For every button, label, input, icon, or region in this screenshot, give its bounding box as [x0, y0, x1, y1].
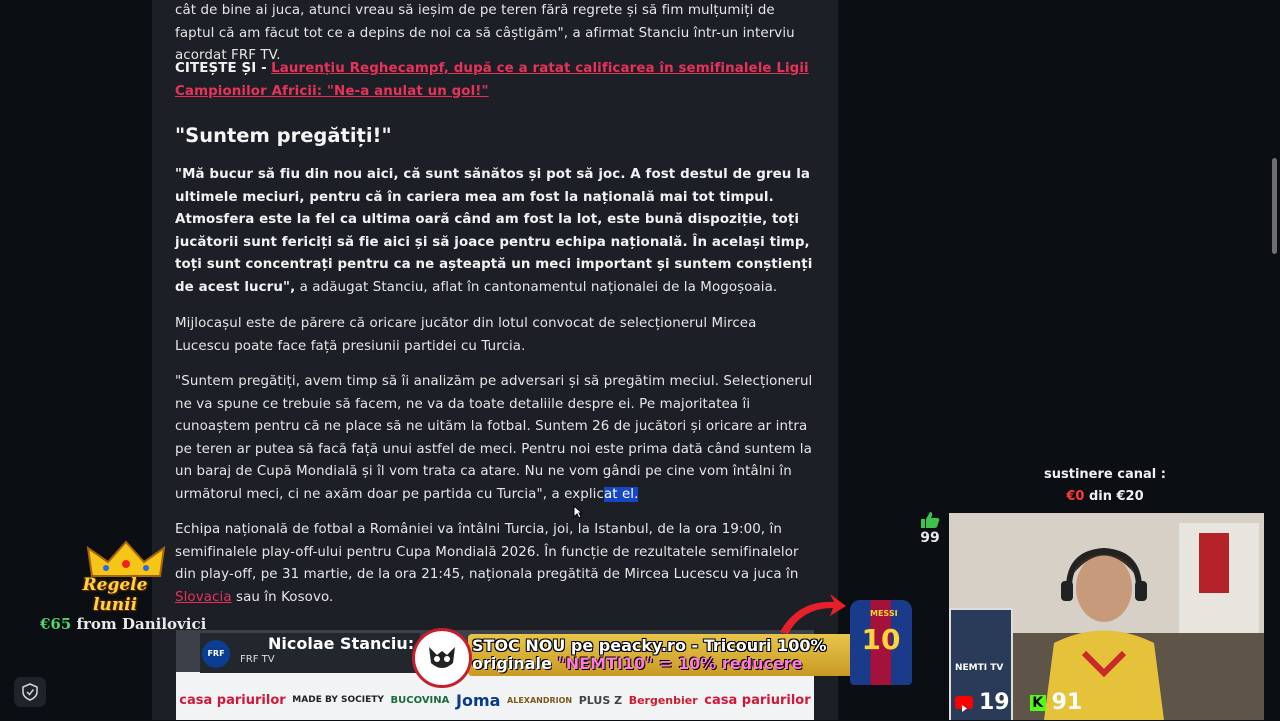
quote-paragraph: "Mă bucur să fiu din nou aici, că sunt s… [175, 164, 815, 299]
crown-icon [86, 540, 166, 577]
match-info-paragraph: Echipa națională de fotbal a României va… [175, 519, 815, 609]
thumbs-up-icon [921, 512, 940, 528]
sponsor-logo: PLUS Z [578, 693, 623, 707]
quote-bold-text: "Mă bucur să fiu din nou aici, că sunt s… [175, 167, 813, 295]
donation-title: Regele lunii [82, 575, 148, 615]
article-column [152, 0, 838, 720]
channel-tag: NEMTI TV [955, 663, 1004, 673]
sponsor-logo: ALEXANDRION [507, 695, 573, 705]
support-current: €0 [1066, 489, 1085, 504]
read-also-block: CITEȘTE ȘI - Laurențiu Reghecampf, după … [175, 58, 815, 103]
sponsor-logo: casa pariurilor [179, 692, 286, 708]
youtube-viewers: 19 [979, 690, 1010, 715]
red-arrow-icon [780, 594, 846, 634]
support-label: sustinere canal : [1044, 467, 1166, 482]
sponsor-logo: Joma [456, 690, 501, 710]
quote-attribution: a adăugat Stanciu, aflat în cantonamentu… [299, 279, 778, 295]
support-widget: sustinere canal : €0 din €20 [1030, 464, 1180, 508]
shield-check-icon [22, 683, 38, 701]
match-info-end: sau în Kosovo. [236, 589, 334, 605]
kick-icon: K [1029, 694, 1046, 711]
sponsor-logo: MADE BY SOCIETY [292, 695, 384, 705]
read-also-link[interactable]: Laurențiu Reghecampf, după ce a ratat ca… [175, 61, 809, 99]
intro-text: cât de bine ai juca, atunci vreau să ieș… [175, 3, 795, 63]
likes-count: 99 [920, 530, 940, 546]
promo-line-1: STOC NOU pe peacky.ro - Tricouri 100% [472, 636, 827, 655]
promo-banner: STOC NOU pe peacky.ro - Tricouri 100% or… [468, 634, 862, 676]
promo-line-2-start: originale [472, 654, 558, 673]
prepared-quote-paragraph: "Suntem pregătiți, avem timp să îi anali… [175, 371, 815, 506]
donation-from: €65 from Danilovici [40, 615, 206, 633]
mouse-cursor-icon [573, 505, 583, 519]
peacky-logo-icon [412, 628, 472, 688]
donation-amount: €65 [40, 615, 72, 633]
privacy-shield-button[interactable] [14, 677, 46, 707]
frf-logo-icon: FRF [202, 640, 230, 668]
slovacia-link[interactable]: Slovacia [175, 590, 232, 605]
read-also-label: CITEȘTE ȘI - [175, 61, 267, 76]
scrollbar-thumb[interactable] [1272, 158, 1277, 254]
sponsor-logo: Bergenbier [628, 693, 698, 707]
prepared-quote-text: "Suntem pregătiți, avem timp să îi anali… [175, 374, 813, 502]
kick-viewers: 91 [1051, 690, 1083, 715]
webcam-feed: NEMTI TV [949, 513, 1264, 720]
promo-line-2: originale "NEMTI10" = 10% reducere [472, 654, 803, 673]
sponsor-logo: BUCOVINA [390, 694, 450, 706]
youtube-icon [955, 696, 973, 712]
sponsor-wall: casa pariurilor MADE BY SOCIETY BUCOVINA… [176, 680, 814, 720]
stream-stats: 19 K 91 [955, 690, 1082, 715]
sponsor-logo: casa pariurilor [704, 692, 811, 708]
match-info-text: Echipa națională de fotbal a României va… [175, 522, 799, 582]
jersey-name: MESSI [870, 609, 898, 618]
page-scrollbar[interactable] [1268, 0, 1280, 720]
video-source: FRF TV [240, 654, 275, 665]
donation-donor: from Danilovici [76, 615, 207, 633]
midfielder-paragraph: Mijlocașul este de părere că oricare juc… [175, 316, 757, 354]
section-heading: "Suntem pregătiți!" [175, 124, 392, 147]
jersey-number: 10 [861, 623, 901, 656]
support-goal: din €20 [1088, 489, 1144, 504]
promo-code: "NEMTI10" = 10% reducere [557, 654, 803, 673]
selected-text: at el. [603, 486, 639, 502]
